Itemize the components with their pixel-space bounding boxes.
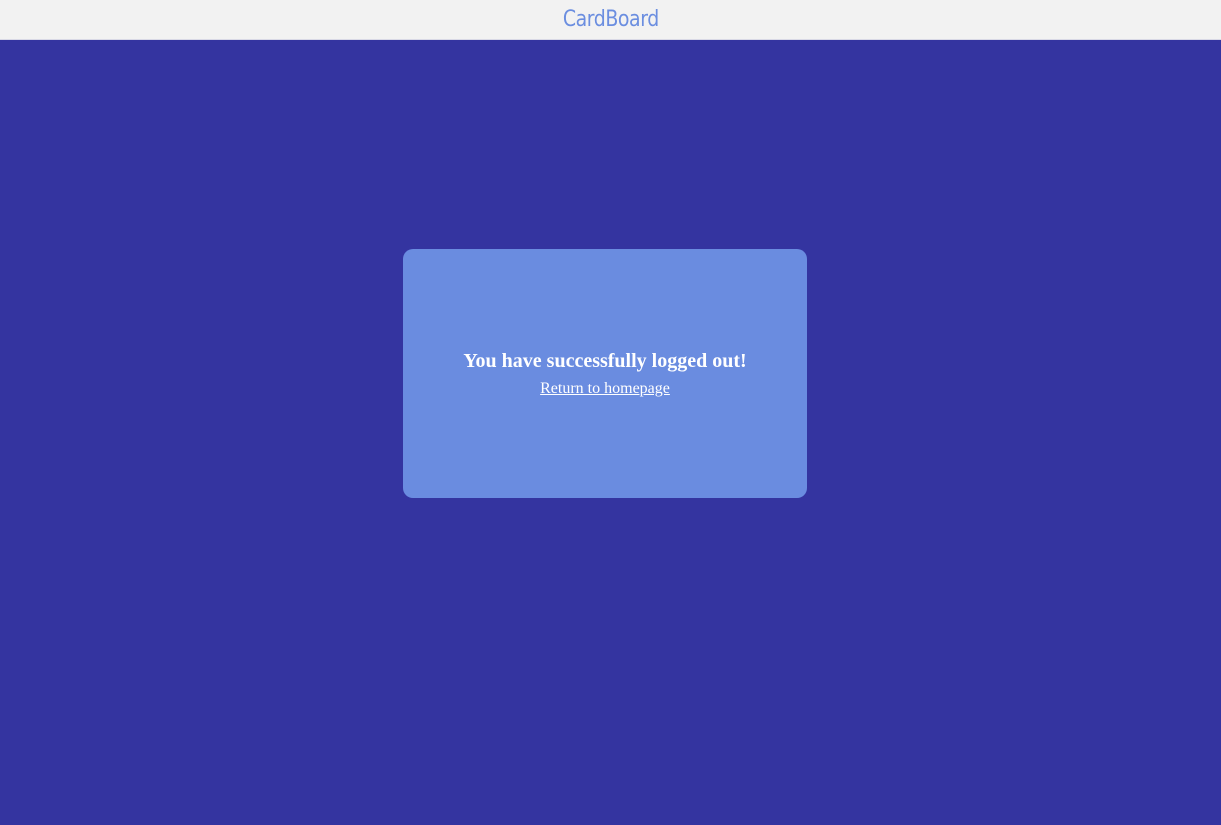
top-navbar: CardBoard [0,0,1221,40]
logout-message: You have successfully logged out! [463,350,747,372]
brand-logo[interactable]: CardBoard [563,7,659,32]
logout-card: You have successfully logged out! Return… [403,249,807,498]
return-home-link[interactable]: Return to homepage [540,379,670,399]
